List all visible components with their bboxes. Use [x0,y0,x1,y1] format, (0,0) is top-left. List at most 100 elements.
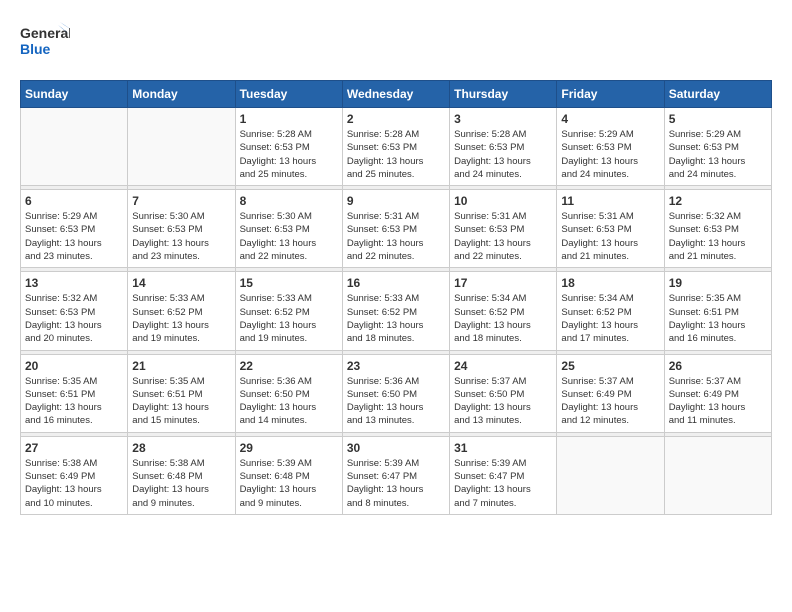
day-cell: 21Sunrise: 5:35 AM Sunset: 6:51 PM Dayli… [128,354,235,432]
day-cell: 26 Sunrise: 5:37 AM Sunset: 6:49 PM Dayli… [664,354,771,432]
day-number: 30 [347,441,445,455]
day-cell: 27 Sunrise: 5:38 AM Sunset: 6:49 PM Dayli… [21,436,128,514]
day-number: 5 [669,112,767,126]
day-info: Sunrise: 5:34 AM Sunset: 6:52 PM Dayligh… [454,292,552,345]
day-header-friday: Friday [557,81,664,108]
day-number: 8 [240,194,338,208]
day-number: 18 [561,276,659,290]
day-cell: 15 Sunrise: 5:33 AM Sunset: 6:52 PM Dayli… [235,272,342,350]
logo: General Blue [20,20,70,70]
day-cell: 30 Sunrise: 5:39 AM Sunset: 6:47 PM Dayli… [342,436,449,514]
day-info: Sunrise: 5:38 AM Sunset: 6:49 PM Dayligh… [25,457,123,510]
day-number: 29 [240,441,338,455]
day-info: Sunrise: 5:31 AM Sunset: 6:53 PM Dayligh… [561,210,659,263]
day-cell: 16 Sunrise: 5:33 AM Sunset: 6:52 PM Dayli… [342,272,449,350]
week-row-2: 6 Sunrise: 5:29 AM Sunset: 6:53 PM Daylig… [21,190,772,268]
day-info: Sunrise: 5:28 AM Sunset: 6:53 PM Dayligh… [347,128,445,181]
day-cell: 20 Sunrise: 5:35 AM Sunset: 6:51 PM Dayli… [21,354,128,432]
day-cell: 9Sunrise: 5:31 AM Sunset: 6:53 PM Daylig… [342,190,449,268]
day-info: Sunrise: 5:35 AM Sunset: 6:51 PM Dayligh… [669,292,767,345]
day-info: Sunrise: 5:36 AM Sunset: 6:50 PM Dayligh… [240,375,338,428]
day-cell: 24 Sunrise: 5:37 AM Sunset: 6:50 PM Dayli… [450,354,557,432]
day-number: 4 [561,112,659,126]
day-cell: 8 Sunrise: 5:30 AM Sunset: 6:53 PM Daylig… [235,190,342,268]
week-row-4: 20 Sunrise: 5:35 AM Sunset: 6:51 PM Dayli… [21,354,772,432]
day-cell: 31Sunrise: 5:39 AM Sunset: 6:47 PM Dayli… [450,436,557,514]
day-number: 10 [454,194,552,208]
day-info: Sunrise: 5:29 AM Sunset: 6:53 PM Dayligh… [25,210,123,263]
day-info: Sunrise: 5:34 AM Sunset: 6:52 PM Dayligh… [561,292,659,345]
days-header-row: SundayMondayTuesdayWednesdayThursdayFrid… [21,81,772,108]
day-info: Sunrise: 5:30 AM Sunset: 6:53 PM Dayligh… [132,210,230,263]
day-cell: 5Sunrise: 5:29 AM Sunset: 6:53 PM Daylig… [664,108,771,186]
day-number: 27 [25,441,123,455]
day-number: 26 [669,359,767,373]
day-cell: 23 Sunrise: 5:36 AM Sunset: 6:50 PM Dayli… [342,354,449,432]
svg-text:Blue: Blue [20,41,51,57]
day-info: Sunrise: 5:29 AM Sunset: 6:53 PM Dayligh… [561,128,659,181]
day-cell: 17Sunrise: 5:34 AM Sunset: 6:52 PM Dayli… [450,272,557,350]
day-cell: 10 Sunrise: 5:31 AM Sunset: 6:53 PM Dayli… [450,190,557,268]
day-info: Sunrise: 5:28 AM Sunset: 6:53 PM Dayligh… [454,128,552,181]
day-number: 15 [240,276,338,290]
day-info: Sunrise: 5:38 AM Sunset: 6:48 PM Dayligh… [132,457,230,510]
day-info: Sunrise: 5:37 AM Sunset: 6:49 PM Dayligh… [561,375,659,428]
day-info: Sunrise: 5:36 AM Sunset: 6:50 PM Dayligh… [347,375,445,428]
day-number: 6 [25,194,123,208]
day-info: Sunrise: 5:35 AM Sunset: 6:51 PM Dayligh… [25,375,123,428]
day-info: Sunrise: 5:33 AM Sunset: 6:52 PM Dayligh… [240,292,338,345]
day-cell: 25 Sunrise: 5:37 AM Sunset: 6:49 PM Dayli… [557,354,664,432]
week-row-1: 1 Sunrise: 5:28 AM Sunset: 6:53 PM Daylig… [21,108,772,186]
day-cell: 22 Sunrise: 5:36 AM Sunset: 6:50 PM Dayli… [235,354,342,432]
day-cell: 2 Sunrise: 5:28 AM Sunset: 6:53 PM Daylig… [342,108,449,186]
day-cell: 14Sunrise: 5:33 AM Sunset: 6:52 PM Dayli… [128,272,235,350]
day-number: 16 [347,276,445,290]
day-cell: 28 Sunrise: 5:38 AM Sunset: 6:48 PM Dayli… [128,436,235,514]
header: General Blue [20,20,772,70]
day-cell: 11Sunrise: 5:31 AM Sunset: 6:53 PM Dayli… [557,190,664,268]
day-cell [557,436,664,514]
day-cell: 13 Sunrise: 5:32 AM Sunset: 6:53 PM Dayli… [21,272,128,350]
day-cell [128,108,235,186]
day-number: 13 [25,276,123,290]
day-number: 20 [25,359,123,373]
day-cell: 1Sunrise: 5:28 AM Sunset: 6:53 PM Daylig… [235,108,342,186]
day-number: 24 [454,359,552,373]
calendar-table: SundayMondayTuesdayWednesdayThursdayFrid… [20,80,772,515]
svg-text:General: General [20,25,70,41]
day-info: Sunrise: 5:33 AM Sunset: 6:52 PM Dayligh… [132,292,230,345]
day-header-tuesday: Tuesday [235,81,342,108]
day-cell: 4 Sunrise: 5:29 AM Sunset: 6:53 PM Daylig… [557,108,664,186]
day-header-saturday: Saturday [664,81,771,108]
day-info: Sunrise: 5:39 AM Sunset: 6:47 PM Dayligh… [454,457,552,510]
day-cell: 19 Sunrise: 5:35 AM Sunset: 6:51 PM Dayli… [664,272,771,350]
day-number: 28 [132,441,230,455]
day-header-monday: Monday [128,81,235,108]
day-cell: 6 Sunrise: 5:29 AM Sunset: 6:53 PM Daylig… [21,190,128,268]
logo-icon: General Blue [20,20,70,65]
week-row-3: 13 Sunrise: 5:32 AM Sunset: 6:53 PM Dayli… [21,272,772,350]
day-number: 22 [240,359,338,373]
day-header-wednesday: Wednesday [342,81,449,108]
day-info: Sunrise: 5:39 AM Sunset: 6:47 PM Dayligh… [347,457,445,510]
week-row-5: 27 Sunrise: 5:38 AM Sunset: 6:49 PM Dayli… [21,436,772,514]
day-number: 7 [132,194,230,208]
day-cell [664,436,771,514]
day-number: 23 [347,359,445,373]
day-cell: 29 Sunrise: 5:39 AM Sunset: 6:48 PM Dayli… [235,436,342,514]
day-info: Sunrise: 5:33 AM Sunset: 6:52 PM Dayligh… [347,292,445,345]
day-info: Sunrise: 5:31 AM Sunset: 6:53 PM Dayligh… [454,210,552,263]
day-info: Sunrise: 5:39 AM Sunset: 6:48 PM Dayligh… [240,457,338,510]
day-info: Sunrise: 5:30 AM Sunset: 6:53 PM Dayligh… [240,210,338,263]
day-number: 12 [669,194,767,208]
day-number: 3 [454,112,552,126]
day-number: 1 [240,112,338,126]
day-info: Sunrise: 5:37 AM Sunset: 6:49 PM Dayligh… [669,375,767,428]
day-info: Sunrise: 5:32 AM Sunset: 6:53 PM Dayligh… [25,292,123,345]
day-cell: 7 Sunrise: 5:30 AM Sunset: 6:53 PM Daylig… [128,190,235,268]
day-number: 25 [561,359,659,373]
day-cell: 3 Sunrise: 5:28 AM Sunset: 6:53 PM Daylig… [450,108,557,186]
day-number: 2 [347,112,445,126]
day-info: Sunrise: 5:37 AM Sunset: 6:50 PM Dayligh… [454,375,552,428]
day-number: 19 [669,276,767,290]
